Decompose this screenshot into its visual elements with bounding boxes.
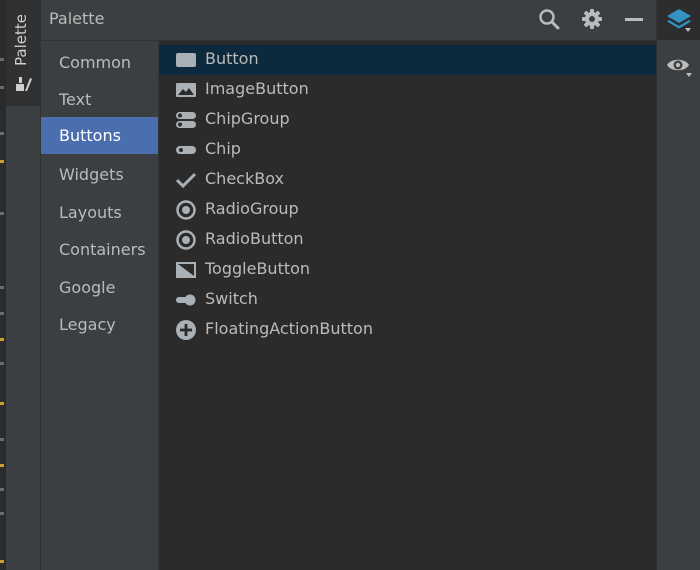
list-item-floatingactionbutton[interactable]: FloatingActionButton	[159, 315, 656, 345]
item-label: FloatingActionButton	[205, 319, 373, 338]
category-buttons[interactable]: Buttons	[41, 117, 158, 154]
settings-button[interactable]	[579, 6, 605, 32]
item-label: ImageButton	[205, 79, 309, 98]
component-list: Button ImageButton ChipGroup Chip CheckB…	[159, 41, 656, 570]
eye-icon	[667, 59, 692, 77]
palette-header: Palette	[41, 0, 656, 41]
minimize-button[interactable]	[621, 6, 647, 32]
chip-icon	[176, 146, 196, 154]
attributes-visibility-button[interactable]	[657, 46, 700, 86]
list-item-togglebutton[interactable]: ToggleButton	[159, 255, 656, 285]
list-item-chipgroup[interactable]: ChipGroup	[159, 105, 656, 135]
palette-tool-tab[interactable]: Palette	[6, 0, 40, 106]
item-label: ChipGroup	[205, 109, 290, 128]
palette-panel: Palette Common Text Buttons Widgets Layo…	[41, 0, 656, 570]
search-icon	[539, 9, 560, 30]
minimize-icon	[625, 18, 643, 21]
list-item-radiobutton[interactable]: RadioButton	[159, 225, 656, 255]
list-item-chip[interactable]: Chip	[159, 135, 656, 165]
category-widgets[interactable]: Widgets	[41, 156, 158, 193]
checkmark-icon	[176, 172, 196, 188]
radio-icon	[176, 200, 196, 220]
list-item-button[interactable]: Button	[159, 45, 656, 75]
left-tool-strip: Palette	[6, 0, 41, 570]
list-item-switch[interactable]: Switch	[159, 285, 656, 315]
component-tree-button[interactable]	[657, 0, 700, 40]
search-button[interactable]	[536, 6, 562, 32]
category-text[interactable]: Text	[41, 81, 158, 118]
list-item-imagebutton[interactable]: ImageButton	[159, 75, 656, 105]
item-label: Switch	[205, 289, 258, 308]
category-list: Common Text Buttons Widgets Layouts Cont…	[41, 41, 158, 570]
category-google[interactable]: Google	[41, 269, 158, 306]
item-label: CheckBox	[205, 169, 284, 188]
category-containers[interactable]: Containers	[41, 231, 158, 268]
list-item-radiogroup[interactable]: RadioGroup	[159, 195, 656, 225]
panel-title: Palette	[49, 9, 105, 28]
palette-tab-label: Palette	[12, 14, 30, 66]
image-icon	[176, 83, 196, 97]
item-label: Button	[205, 49, 259, 68]
category-common[interactable]: Common	[41, 44, 158, 81]
chip-group-icon	[176, 112, 196, 128]
category-legacy[interactable]: Legacy	[41, 306, 158, 343]
palette-icon	[16, 77, 32, 91]
button-icon	[176, 53, 196, 67]
item-label: RadioGroup	[205, 199, 299, 218]
item-label: Chip	[205, 139, 241, 158]
radio-icon	[176, 230, 196, 250]
list-item-checkbox[interactable]: CheckBox	[159, 165, 656, 195]
switch-icon	[176, 294, 196, 306]
item-label: ToggleButton	[205, 259, 311, 278]
add-circle-icon	[176, 320, 196, 340]
right-tool-strip	[656, 0, 700, 570]
gear-icon	[582, 9, 602, 29]
category-layouts[interactable]: Layouts	[41, 194, 158, 231]
item-label: RadioButton	[205, 229, 304, 248]
layers-icon	[667, 9, 691, 32]
toggle-button-icon	[176, 262, 196, 278]
